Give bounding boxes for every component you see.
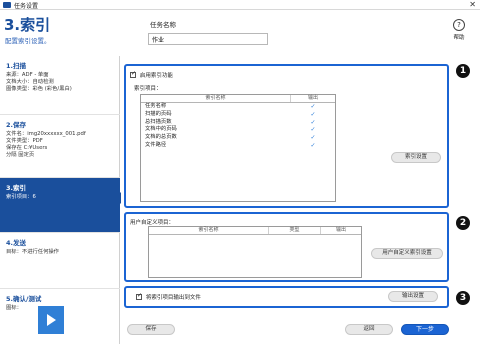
col-header-output: 输出 (335, 227, 346, 233)
help-button[interactable]: ? 帮助 (444, 19, 474, 41)
document-thumbnail-icon (38, 306, 64, 334)
sidebar-item-detail: 保存在 C:¥Users (6, 145, 48, 151)
sidebar-item-detail: 目标：不进行任何操作 (6, 249, 59, 255)
save-button[interactable]: 保存 (127, 324, 175, 335)
sidebar-item-detail: 索引项目：6 (6, 194, 36, 200)
sidebar-item-scan[interactable]: 1.扫描 来源：ADF - 单面 文档大小：自动检测 图像类型：彩色 (彩色/黑… (0, 56, 120, 115)
sidebar-item-detail: 文件名：img20xxxxxx_001.pdf (6, 131, 86, 137)
output-file-checkbox[interactable] (136, 292, 142, 300)
check-icon: ✓ (310, 110, 316, 118)
index-items-table: 索引名称 输出 任务名称 ✓ 扫描的页码 ✓ 总扫描页数 ✓ 文档中的页码 ✓ 文档的总… (140, 94, 336, 202)
next-button[interactable]: 下一步 (401, 324, 449, 335)
table-header: 索引名称 类型 输出 (149, 227, 361, 235)
sidebar-item-detail: 文件类型：PDF (6, 138, 43, 144)
output-file-label: 将索引项目输出到文件 (145, 295, 201, 301)
check-icon: ✓ (310, 134, 316, 142)
sidebar-item-detail: 来源：ADF - 单面 (6, 72, 49, 78)
task-name-input[interactable] (148, 33, 268, 45)
enable-index-row: 启用索引功能 (130, 70, 173, 79)
row-name: 扫描的页码 (145, 110, 172, 117)
user-defined-section: 用户自定义项目： 索引名称 类型 输出 用户自定义索引设置 (124, 212, 449, 282)
col-header-name: 索引名称 (149, 227, 269, 234)
sidebar-item-send[interactable]: 4.发送 目标：不进行任何操作 (0, 233, 120, 289)
row-name: 任务名称 (145, 103, 167, 109)
sidebar-item-title: 1.扫描 (6, 62, 26, 70)
sidebar-item-title: 2.保存 (6, 121, 26, 129)
back-button[interactable]: 返回 (345, 324, 393, 335)
header: 3.索引 配置索引设置。 任务名称 ? 帮助 (0, 11, 480, 55)
sidebar-item-title: 5.确认/测试 (6, 295, 42, 303)
help-icon: ? (453, 19, 465, 31)
task-name-label: 任务名称 (150, 21, 176, 29)
col-header-output: 输出 (307, 95, 318, 101)
user-defined-label: 用户自定义项目： (130, 220, 175, 226)
check-icon: ✓ (310, 141, 316, 149)
check-icon: ✓ (310, 103, 316, 110)
user-defined-settings-button[interactable]: 用户自定义索引设置 (371, 248, 443, 259)
sidebar-item-title: 3.索引 (6, 184, 26, 192)
sidebar-item-detail: 分隔 固定页 (6, 152, 35, 158)
user-defined-table: 索引名称 类型 输出 (148, 226, 362, 278)
check-icon: ✓ (310, 118, 316, 126)
sidebar-item-index[interactable]: 3.索引 索引项目：6 (0, 178, 126, 233)
title-bar: 任务设置 ✕ (0, 0, 480, 10)
table-row[interactable]: 任务名称 ✓ (141, 103, 335, 111)
row-name: 文件路径 (145, 141, 167, 148)
app-icon (3, 2, 11, 8)
step-title: 3.索引 (4, 16, 51, 34)
enable-index-checkbox[interactable] (130, 70, 136, 78)
sidebar-item-title: 4.发送 (6, 239, 26, 247)
index-settings-button[interactable]: 索引设置 (391, 152, 441, 163)
table-row[interactable]: 扫描的页码 ✓ (141, 111, 335, 119)
sidebar-item-detail: 文档大小：自动检测 (6, 79, 54, 85)
sidebar: 1.扫描 来源：ADF - 单面 文档大小：自动检测 图像类型：彩色 (彩色/黑… (0, 56, 126, 344)
step-subtitle: 配置索引设置。 (5, 37, 51, 45)
col-header-type: 类型 (269, 227, 321, 234)
sidebar-item-save[interactable]: 2.保存 文件名：img20xxxxxx_001.pdf 文件类型：PDF 保存… (0, 115, 120, 178)
help-label: 帮助 (453, 35, 465, 41)
enable-index-label: 启用索引功能 (139, 73, 173, 79)
callout-badge-1: 1 (456, 64, 470, 78)
table-row[interactable]: 文件路径 ✓ (141, 142, 335, 150)
main-panel: 启用索引功能 索引项目： 索引名称 输出 任务名称✓ 扫描的页码✓ 总扫描页数✓… (121, 56, 480, 344)
output-file-row: 将索引项目输出到文件 (136, 292, 201, 301)
callout-badge-2: 2 (456, 216, 470, 230)
index-settings-section: 启用索引功能 索引项目： 索引名称 输出 任务名称✓ 扫描的页码✓ 总扫描页数✓… (124, 64, 449, 208)
sidebar-item-detail: 图像类型：彩色 (彩色/黑白) (6, 86, 72, 92)
check-icon: ✓ (310, 126, 316, 134)
table-row[interactable]: 文档的总页数 ✓ (141, 134, 335, 142)
table-header: 索引名称 输出 (141, 95, 335, 103)
close-icon[interactable]: ✕ (469, 0, 476, 9)
row-name: 文档的总页数 (145, 134, 177, 141)
output-settings-button[interactable]: 输出设置 (388, 291, 438, 302)
callout-badge-3: 3 (456, 291, 470, 305)
output-file-section: 将索引项目输出到文件 输出设置 (124, 286, 449, 308)
window-title: 任务设置 (14, 3, 39, 10)
col-header-name: 索引名称 (141, 95, 291, 102)
index-items-label: 索引项目： (134, 86, 162, 92)
